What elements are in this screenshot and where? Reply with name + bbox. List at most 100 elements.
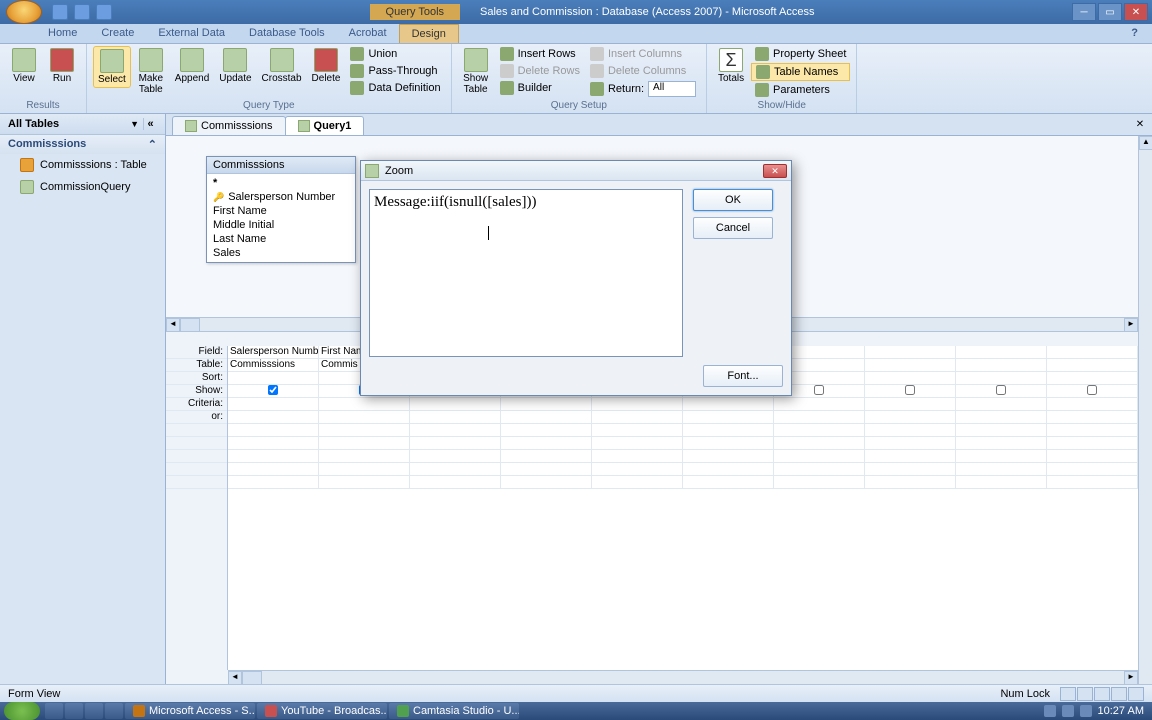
zoom-close-button[interactable]: ✕: [763, 164, 787, 178]
grid-cell[interactable]: [1047, 476, 1138, 488]
tab-database-tools[interactable]: Database Tools: [237, 24, 337, 43]
grid-cell[interactable]: [501, 424, 592, 436]
property-sheet-button[interactable]: Property Sheet: [751, 46, 850, 62]
main-vscroll[interactable]: ▲: [1138, 136, 1152, 684]
passthrough-button[interactable]: Pass-Through: [346, 63, 444, 79]
grid-cell[interactable]: [683, 463, 774, 475]
doc-tab-query1[interactable]: Query1: [285, 116, 365, 135]
grid-cell[interactable]: [956, 385, 1047, 397]
grid-cell[interactable]: [501, 476, 592, 488]
field-star[interactable]: *: [207, 176, 355, 190]
grid-cell[interactable]: [865, 437, 956, 449]
grid-cell[interactable]: [774, 450, 865, 462]
grid-cell[interactable]: [865, 385, 956, 397]
grid-cell[interactable]: [1047, 346, 1138, 358]
grid-cell[interactable]: [774, 398, 865, 410]
scroll-up-icon[interactable]: ▲: [1139, 136, 1152, 150]
zoom-font-button[interactable]: Font...: [703, 365, 783, 387]
field-pk[interactable]: Salersperson Number: [207, 190, 355, 204]
grid-cell[interactable]: [228, 385, 319, 397]
taskbar-item[interactable]: YouTube - Broadcas...: [257, 703, 387, 719]
qat-redo-icon[interactable]: [96, 4, 112, 20]
return-control[interactable]: Return: All: [586, 80, 700, 98]
grid-cell[interactable]: [1047, 463, 1138, 475]
view-sql-icon[interactable]: [1111, 687, 1127, 701]
grid-cell[interactable]: [228, 372, 319, 384]
grid-cell[interactable]: [319, 463, 410, 475]
taskbar-item[interactable]: Camtasia Studio - U...: [389, 703, 519, 719]
table-names-button[interactable]: Table Names: [751, 63, 850, 81]
field-item[interactable]: Last Name: [207, 232, 355, 246]
office-button[interactable]: [6, 0, 42, 24]
delete-query-button[interactable]: Delete: [308, 46, 345, 86]
grid-cell[interactable]: [592, 411, 683, 423]
maximize-button[interactable]: ▭: [1098, 3, 1122, 21]
field-item[interactable]: Middle Initial: [207, 218, 355, 232]
grid-cell[interactable]: [1047, 450, 1138, 462]
delete-rows-button[interactable]: Delete Rows: [496, 63, 584, 79]
grid-cell[interactable]: [956, 437, 1047, 449]
grid-cell[interactable]: [228, 437, 319, 449]
update-button[interactable]: Update: [215, 46, 255, 86]
grid-cell[interactable]: [865, 463, 956, 475]
delete-cols-button[interactable]: Delete Columns: [586, 63, 700, 79]
grid-cell[interactable]: [774, 411, 865, 423]
grid-cell[interactable]: [865, 359, 956, 371]
grid-cell[interactable]: [592, 437, 683, 449]
doc-close-button[interactable]: ✕: [1132, 119, 1148, 135]
grid-cell[interactable]: [774, 476, 865, 488]
grid-cell[interactable]: [683, 476, 774, 488]
tab-create[interactable]: Create: [89, 24, 146, 43]
field-item[interactable]: First Name: [207, 204, 355, 218]
tab-design[interactable]: Design: [399, 24, 459, 43]
grid-cell[interactable]: Commisssions: [228, 359, 319, 371]
scroll-right-icon[interactable]: ►: [1124, 671, 1138, 684]
nav-header[interactable]: All Tables ▼ «: [0, 114, 165, 135]
scroll-thumb[interactable]: [242, 671, 262, 684]
grid-cell[interactable]: [683, 398, 774, 410]
grid-cell[interactable]: [319, 424, 410, 436]
view-pivot-icon[interactable]: [1077, 687, 1093, 701]
tray-icon[interactable]: [1080, 705, 1092, 717]
tray-icon[interactable]: [1044, 705, 1056, 717]
make-table-button[interactable]: Make Table: [133, 46, 169, 97]
grid-cell[interactable]: [1047, 437, 1138, 449]
union-button[interactable]: Union: [346, 46, 444, 62]
grid-cell[interactable]: [410, 437, 501, 449]
grid-cell[interactable]: [319, 450, 410, 462]
nav-collapse-icon[interactable]: «: [143, 118, 157, 130]
grid-cell[interactable]: [956, 359, 1047, 371]
grid-cell[interactable]: [956, 450, 1047, 462]
parameters-button[interactable]: Parameters: [751, 82, 850, 98]
grid-hscroll[interactable]: ◄ ►: [228, 670, 1138, 684]
grid-cell[interactable]: [865, 450, 956, 462]
grid-cell[interactable]: [1047, 398, 1138, 410]
quick-launch-icon[interactable]: [85, 703, 103, 719]
close-button[interactable]: ✕: [1124, 3, 1148, 21]
grid-cell[interactable]: [592, 463, 683, 475]
quick-launch-icon[interactable]: [65, 703, 83, 719]
grid-cell[interactable]: [865, 372, 956, 384]
grid-cell[interactable]: [228, 411, 319, 423]
grid-cell[interactable]: [501, 398, 592, 410]
show-table-button[interactable]: Show Table: [458, 46, 494, 97]
grid-cell[interactable]: [410, 424, 501, 436]
qat-save-icon[interactable]: [52, 4, 68, 20]
quick-launch-icon[interactable]: [105, 703, 123, 719]
grid-cell[interactable]: [410, 411, 501, 423]
tray-icon[interactable]: [1062, 705, 1074, 717]
doc-tab-commissions[interactable]: Commisssions: [172, 116, 286, 135]
grid-cell[interactable]: [683, 411, 774, 423]
run-button[interactable]: Run: [44, 46, 80, 86]
grid-cell[interactable]: [683, 424, 774, 436]
grid-cell[interactable]: [592, 424, 683, 436]
grid-cell[interactable]: [410, 463, 501, 475]
grid-cell[interactable]: [774, 437, 865, 449]
grid-cell[interactable]: Salersperson Number: [228, 346, 319, 358]
qat-undo-icon[interactable]: [74, 4, 90, 20]
grid-cell[interactable]: [774, 424, 865, 436]
crosstab-button[interactable]: Crosstab: [258, 46, 306, 86]
grid-cell[interactable]: [1047, 424, 1138, 436]
grid-cell[interactable]: [956, 463, 1047, 475]
grid-cell[interactable]: [410, 450, 501, 462]
